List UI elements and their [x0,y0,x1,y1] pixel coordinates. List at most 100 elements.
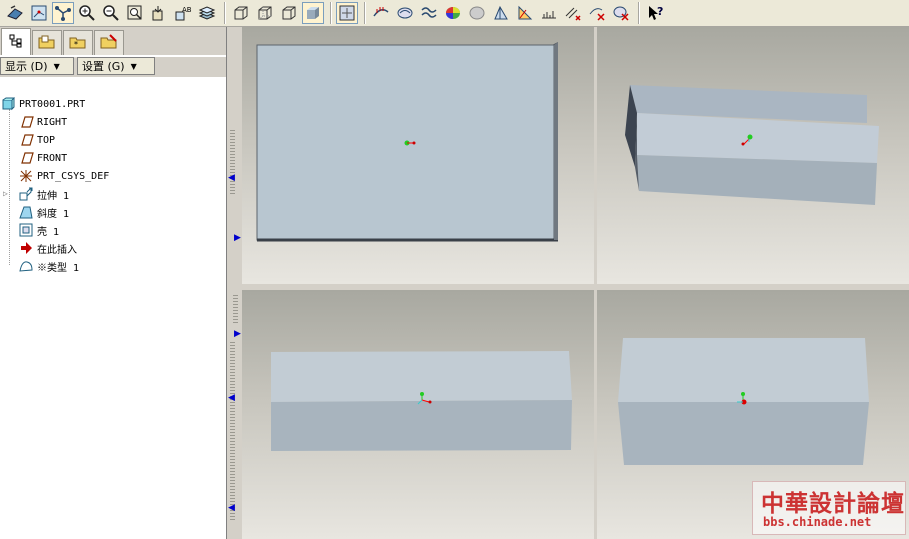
svg-text:*: * [74,40,78,49]
settings-menu-button[interactable]: 设置 (G) ▼ [77,57,155,75]
shaded-curvature-icon[interactable] [466,2,488,24]
tab-favorites[interactable]: * [63,30,93,55]
zoom-out-icon[interactable] [100,2,122,24]
panel-splitter[interactable]: ◀ ▶ ▶ ◀ ◀ [227,27,241,539]
svg-text:?: ? [657,5,663,18]
show-menu-label: 显示 (D) [5,60,48,73]
tree-item-label: ※类型 1 [37,262,80,274]
delete-analysis-icon[interactable] [586,2,608,24]
tree-item-label: PRT0001.PRT [19,98,86,110]
viewport-top-left[interactable] [242,27,594,284]
orient-icon[interactable] [52,2,74,24]
extrude-icon [18,186,34,202]
tree-item-csys[interactable]: PRT_CSYS_DEF [0,167,226,185]
tree-item-label: 斜度 1 [37,208,70,220]
insert-here-icon [18,240,34,256]
csys-origin-icon [747,134,753,140]
settings-menu-label: 设置 (G) [82,60,125,73]
style-feature-icon [18,258,34,274]
datum-plane-icon [18,132,34,148]
watermark: 中華設計論壇 bbs.chinade.net [752,481,906,535]
chevron-down-icon: ▼ [130,61,137,71]
saved-views-icon[interactable]: AB [172,2,194,24]
tree-item-label: 壳 1 [37,226,60,238]
model-view-top [271,351,572,451]
tree-item-top[interactable]: TOP [0,131,226,149]
chevron-left-icon[interactable]: ◀ [228,503,235,513]
show-menu-button[interactable]: 显示 (D) ▼ [0,57,74,75]
tree-item-label: FRONT [37,152,68,164]
datum-plane-icon [18,150,34,166]
draft-icon[interactable] [442,2,464,24]
wireframe-icon[interactable] [230,2,252,24]
splitter-grip[interactable] [230,342,235,522]
no-hidden-icon[interactable] [278,2,300,24]
tree-item-draft[interactable]: 斜度 1 [0,203,226,221]
model-view-isometric [625,85,879,205]
draft-feature-icon [18,204,34,220]
layers-icon[interactable] [196,2,218,24]
refit-icon[interactable] [124,2,146,24]
dihedral-icon[interactable] [490,2,512,24]
model-tree-panel: * 显示 (D) ▼ 设置 (G) ▼ PRT0001.PRT RIGHT TOP … [0,27,227,539]
model-tree-icon [9,34,23,51]
tree-item-label: 在此插入 [37,244,77,256]
offset-icon[interactable] [562,2,584,24]
chevron-down-icon: ▼ [53,61,60,71]
spin-center-icon[interactable] [28,2,50,24]
zoom-in-icon[interactable] [76,2,98,24]
tab-model-tree[interactable] [1,28,31,55]
graph-icon[interactable] [538,2,560,24]
part-icon [0,96,16,112]
chevron-left-icon[interactable]: ◀ [228,393,235,403]
model-tree: PRT0001.PRT RIGHT TOP FRONT PRT_CSYS_DEF… [0,95,226,275]
tab-connections[interactable] [94,30,124,55]
tree-item-shell[interactable]: 壳 1 [0,221,226,239]
favorites-icon: * [69,34,87,53]
reflection-icon[interactable] [418,2,440,24]
tree-item-extrude[interactable]: ▷ 拉伸 1 [0,185,226,203]
main-toolbar: AB ? [0,0,909,27]
hidden-line-icon[interactable] [254,2,276,24]
delete-all-icon[interactable] [610,2,632,24]
expand-icon[interactable]: ▷ [3,189,8,198]
chevron-right-icon[interactable]: ▶ [234,329,241,339]
tree-item-label: PRT_CSYS_DEF [37,170,110,182]
tree-item-label: 拉伸 1 [37,190,70,202]
redraw-icon[interactable] [4,2,26,24]
chevron-left-icon[interactable]: ◀ [228,173,235,183]
csys-icon [18,168,34,184]
tree-item-style[interactable]: ※类型 1 [0,257,226,275]
datum-plane-icon [18,114,34,130]
datum-display-icon[interactable] [336,2,358,24]
tab-folder-browser[interactable] [32,30,62,55]
viewport-bottom-left[interactable] [242,290,594,539]
toolbar-separator [364,2,366,24]
section-icon[interactable] [394,2,416,24]
toolbar-separator [224,2,226,24]
tree-item-root[interactable]: PRT0001.PRT [0,95,226,113]
splitter-grip[interactable] [233,295,238,325]
panel-tabs: * [0,27,226,55]
whats-this-icon[interactable]: ? [644,2,666,24]
tree-item-right[interactable]: RIGHT [0,113,226,131]
toolbar-separator [330,2,332,24]
model-view-front [256,42,558,242]
view-manager-icon[interactable] [148,2,170,24]
chevron-right-icon[interactable]: ▶ [234,233,241,243]
tree-item-insert-here[interactable]: 在此插入 [0,239,226,257]
tree-item-label: RIGHT [37,116,68,128]
shell-icon [18,222,34,238]
folder-icon [38,34,56,53]
watermark-url: bbs.chinade.net [763,515,872,529]
connections-icon [100,33,118,53]
tree-item-front[interactable]: FRONT [0,149,226,167]
viewport-top-right[interactable] [597,27,909,284]
toolbar-separator [638,2,640,24]
watermark-title: 中華設計論壇 [761,491,905,517]
curvature-icon[interactable] [370,2,392,24]
splitter-grip[interactable] [230,130,235,195]
tree-item-label: TOP [37,134,56,146]
deviation-icon[interactable] [514,2,536,24]
shading-icon[interactable] [302,2,324,24]
